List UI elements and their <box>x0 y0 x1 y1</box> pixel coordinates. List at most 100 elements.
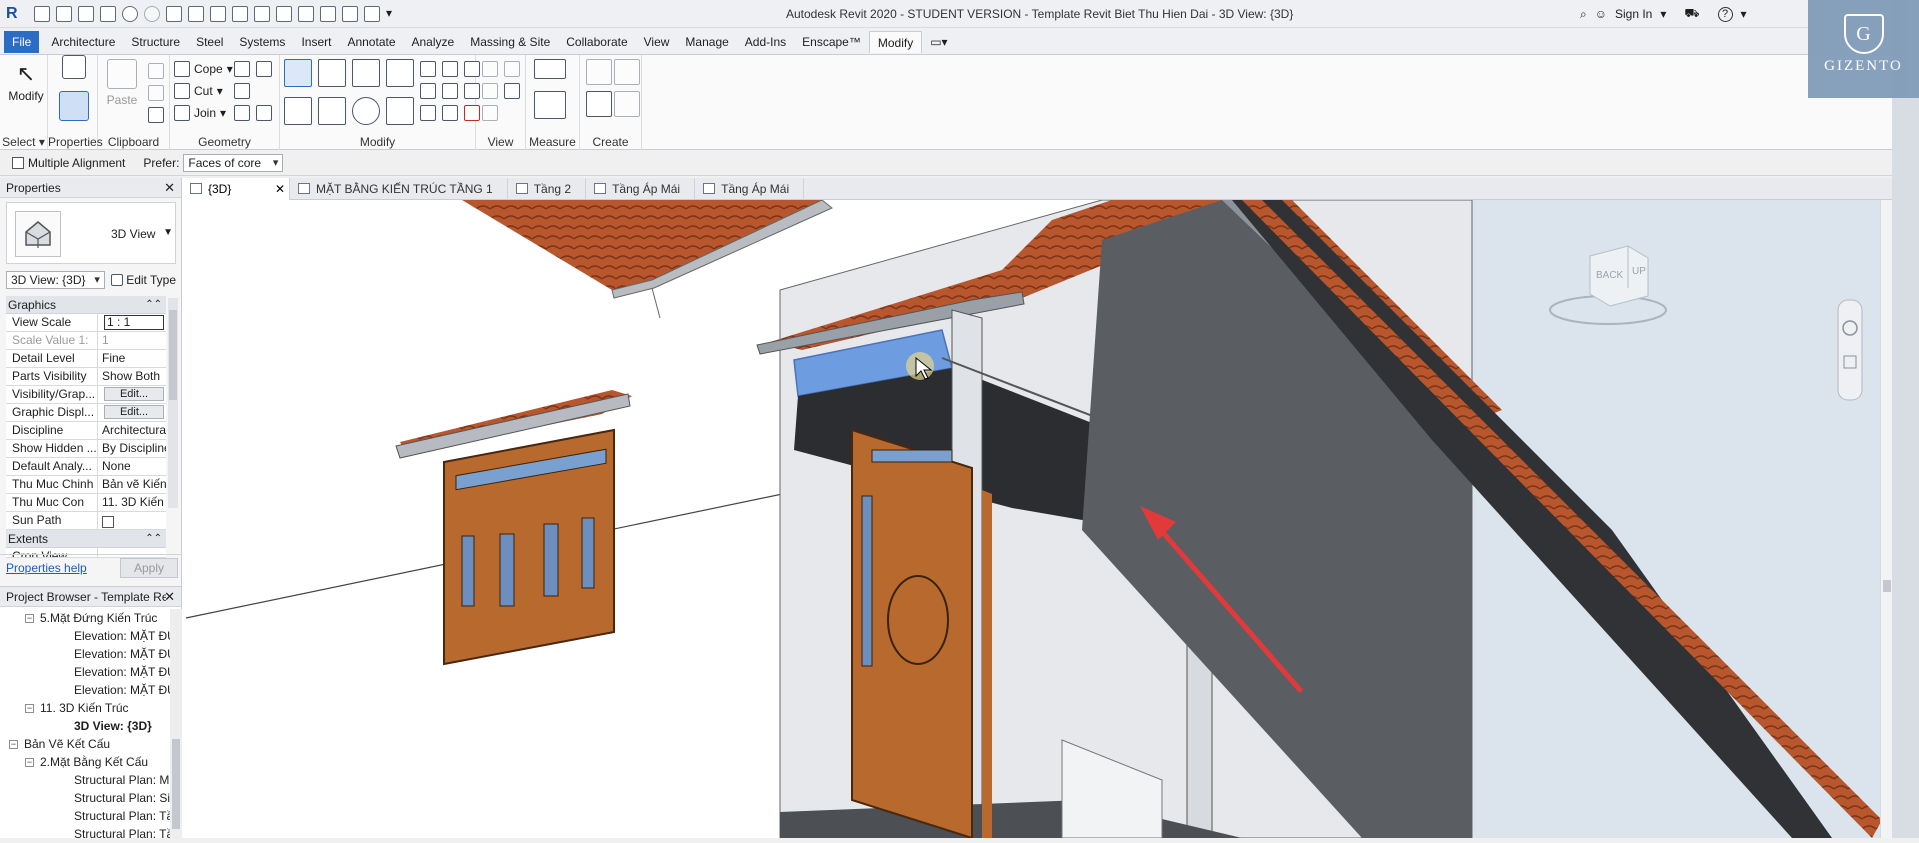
close-icon[interactable]: ✕ <box>164 587 175 607</box>
aligned-dimension-icon[interactable] <box>534 91 566 119</box>
tag-icon[interactable] <box>232 6 248 22</box>
property-row[interactable]: Discipline Architectural <box>6 422 166 440</box>
paste-button[interactable]: Paste <box>102 59 142 119</box>
prefer-select[interactable]: Faces of core <box>183 153 284 172</box>
undo-icon[interactable] <box>122 6 138 22</box>
close-window-icon[interactable] <box>1882 0 1919 28</box>
browser-tree-item[interactable]: Elevation: MẶT ĐỨNG <box>0 681 170 699</box>
modify-button[interactable]: ↖ Modify <box>6 59 46 119</box>
cart-icon[interactable]: ⛟ <box>1684 6 1699 22</box>
ribbon-tab-add-ins[interactable]: Add-Ins <box>737 31 794 53</box>
linework-icon[interactable] <box>482 105 498 121</box>
property-row[interactable]: Visibility/Grap... Edit... <box>6 386 166 404</box>
browser-tree-item[interactable]: Structural Plan: Site <box>0 789 170 807</box>
property-row[interactable]: Parts Visibility Show Both <box>6 368 166 386</box>
select-panel-label[interactable]: Select ▾ <box>0 135 47 149</box>
ribbon-tab-collaborate[interactable]: Collaborate <box>558 31 635 53</box>
scrollbar-thumb[interactable] <box>172 739 180 829</box>
chevron-down-icon[interactable]: ▼ <box>163 227 173 238</box>
front-door-right[interactable] <box>851 428 992 838</box>
copy-element-icon[interactable] <box>318 97 346 125</box>
restore-icon[interactable] <box>1845 0 1882 28</box>
array-icon[interactable] <box>420 83 436 99</box>
roof-overhang-top-left[interactable] <box>462 200 833 319</box>
ribbon-tab-architecture[interactable]: Architecture <box>43 31 123 53</box>
property-row[interactable]: Default Analy... None <box>6 458 166 476</box>
view-tab[interactable]: MẶT BẰNG KIẾN TRÚC TẦNG 1 <box>290 177 508 200</box>
hide-in-view-icon[interactable] <box>482 61 498 77</box>
trim-extend-single-icon[interactable] <box>420 105 436 121</box>
property-row[interactable]: Graphic Displ... Edit... <box>6 404 166 422</box>
type-selector[interactable]: 3D View ▼ <box>6 202 176 264</box>
navigation-bar[interactable] <box>1837 299 1863 401</box>
instance-selector[interactable]: 3D View: {3D} <box>6 271 105 289</box>
collapse-icon[interactable]: ⌃⌃ <box>145 296 162 314</box>
model-canvas[interactable]: BACK UP <box>182 200 1880 838</box>
ribbon-tab-annotate[interactable]: Annotate <box>339 31 403 53</box>
mirror-draw-axis-icon[interactable] <box>386 59 414 87</box>
close-hidden-windows-icon[interactable] <box>342 6 358 22</box>
browser-tree-item[interactable]: −11. 3D Kiến Trúc <box>0 699 170 717</box>
browser-scrollbar[interactable] <box>170 609 182 839</box>
default-3d-view-icon[interactable] <box>276 6 292 22</box>
front-door-left[interactable] <box>443 428 615 666</box>
search-binoculars-icon[interactable]: ⌕ <box>1580 7 1587 22</box>
cut-geometry-button[interactable]: Cut ▾ <box>174 83 223 99</box>
join-button[interactable]: Join ▾ <box>174 105 226 121</box>
browser-tree-item[interactable]: −2.Mặt Bằng Kết Cấu <box>0 753 170 771</box>
user-icon[interactable]: ☺ <box>1595 7 1607 21</box>
browser-tree-item[interactable]: Structural Plan: Tầng ; <box>0 825 170 843</box>
open-icon[interactable] <box>56 6 72 22</box>
thin-lines-icon[interactable] <box>320 6 336 22</box>
edit-button[interactable]: Edit... <box>104 405 164 419</box>
view-tab[interactable]: {3D} ✕ <box>182 177 290 200</box>
browser-tree-item[interactable]: Elevation: MẶT ĐỨNG <box>0 663 170 681</box>
browser-tree-item[interactable]: − Bản Vẽ Kết Cấu <box>0 735 170 753</box>
dimension-icon[interactable] <box>210 6 226 22</box>
collapse-icon[interactable]: ⌃⌃ <box>145 530 162 548</box>
beam-column-joins-icon[interactable] <box>256 105 272 121</box>
copy-icon[interactable] <box>148 85 164 101</box>
ribbon-tab-insert[interactable]: Insert <box>293 31 339 53</box>
browser-tree-item[interactable]: Elevation: MẶT ĐỨNG <box>0 645 170 663</box>
multiple-alignment-checkbox[interactable] <box>12 156 24 169</box>
move-icon[interactable] <box>284 97 312 125</box>
collapse-toggle-icon[interactable]: − <box>25 614 34 623</box>
redo-icon[interactable] <box>144 6 160 22</box>
split-element-icon[interactable] <box>420 61 436 77</box>
collapse-toggle-icon[interactable]: − <box>9 740 18 749</box>
close-icon[interactable]: ✕ <box>275 178 285 200</box>
rotate-icon[interactable] <box>352 97 380 125</box>
property-row[interactable]: Scale Value 1: 1 <box>6 332 166 350</box>
text-icon[interactable] <box>254 6 270 22</box>
edit-type-button[interactable]: Edit Type <box>110 273 176 287</box>
ribbon-tab-massing-site[interactable]: Massing & Site <box>462 31 558 53</box>
save-icon[interactable] <box>78 6 94 22</box>
thin-lines-view-icon[interactable] <box>504 83 520 99</box>
revit-logo-icon[interactable]: R <box>6 5 24 23</box>
apply-button[interactable]: Apply <box>120 558 178 578</box>
create-parts-icon[interactable] <box>614 59 640 85</box>
mirror-pick-axis-icon[interactable] <box>352 59 380 87</box>
ribbon-tab-modify[interactable]: Modify <box>868 31 923 53</box>
cut-scissors-icon[interactable] <box>148 63 164 79</box>
paint-icon[interactable] <box>234 83 250 99</box>
ribbon-tab-view[interactable]: View <box>636 31 678 53</box>
viewport-scrollbar[interactable] <box>1880 200 1892 838</box>
ribbon-tab-analyze[interactable]: Analyze <box>404 31 463 53</box>
family-types-button[interactable] <box>54 55 94 85</box>
minimize-icon[interactable] <box>1808 0 1845 28</box>
sign-in-link[interactable]: Sign In <box>1615 7 1652 21</box>
scale-icon[interactable] <box>442 83 458 99</box>
new-icon[interactable] <box>34 6 50 22</box>
browser-tree-item[interactable]: Structural Plan: Tầng <box>0 807 170 825</box>
view-scale-input[interactable]: 1 : 1 <box>104 315 164 330</box>
view-tab[interactable]: Tầng Áp Mái <box>695 177 805 200</box>
create-assembly-icon[interactable] <box>586 59 612 85</box>
property-row[interactable]: Thu Muc Chinh Bản vẽ Kiến Trúc <box>6 476 166 494</box>
customize-qat-icon[interactable]: ▾ <box>386 6 402 22</box>
section-graphics[interactable]: Graphics ⌃⌃ <box>6 296 166 314</box>
ribbon-tab-systems[interactable]: Systems <box>231 31 293 53</box>
split-face-icon[interactable] <box>256 61 272 77</box>
demolish-icon[interactable] <box>234 105 250 121</box>
